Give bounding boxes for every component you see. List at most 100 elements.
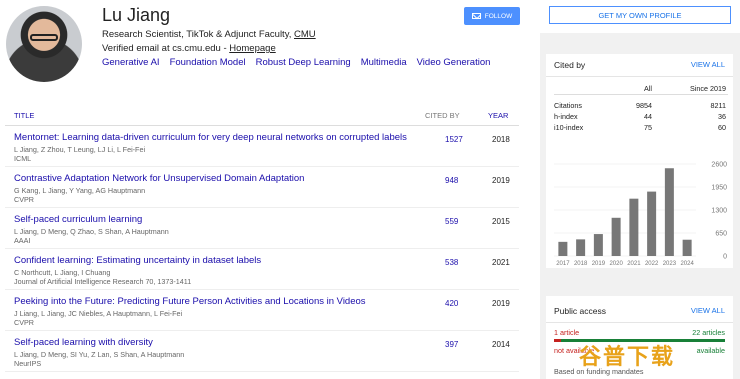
paper-title-link[interactable]: Confident learning: Estimating uncertain… (14, 255, 261, 266)
citation-count-link[interactable]: 559 (445, 217, 458, 226)
verified-text: Verified email at cs.cmu.edu - (102, 43, 230, 54)
paper-year: 2019 (492, 299, 510, 308)
paper-title-link[interactable]: Self-paced curriculum learning (14, 214, 142, 225)
stats-since-value: 60 (718, 123, 726, 132)
stats-header-row: All Since 2019 (554, 83, 728, 95)
citations-bar-chart: 2600 1950 1300 650 0 2017 2018 2019 2020 2021 2022… (554, 162, 727, 267)
y-tick-label: 1950 (711, 185, 727, 192)
paper-title-link[interactable]: Contrastive Adaptation Network for Unsup… (14, 173, 304, 184)
cited-by-column-header[interactable]: CITED BY (425, 111, 460, 120)
interest-link[interactable]: Foundation Model (170, 57, 246, 68)
verified-email: Verified email at cs.cmu.edu - Homepage (102, 43, 276, 54)
cited-by-view-all-link[interactable]: VIEW ALL (691, 60, 725, 69)
paper-title-link[interactable]: Self-paced learning with diversity (14, 337, 153, 348)
paper-year: 2021 (492, 258, 510, 267)
citation-bar-2022[interactable] (647, 191, 657, 256)
stats-row: i10-index 75 60 (554, 122, 728, 133)
citation-bar-2023[interactable] (664, 168, 674, 256)
paper-authors: J Liang, L Jiang, JC Niebles, A Hauptman… (14, 309, 183, 318)
profile-affiliation: Research Scientist, TikTok & Adjunct Fac… (102, 29, 316, 40)
citation-count-link[interactable]: 420 (445, 299, 458, 308)
table-header: TITLE CITED BY YEAR (5, 103, 519, 126)
watermark-logo: 谷普下载 (562, 340, 692, 370)
follow-button[interactable]: FOLLOW (464, 7, 520, 25)
cited-by-card: Cited by VIEW ALL All Since 2019 Citatio… (546, 54, 733, 268)
title-column-header[interactable]: TITLE (14, 111, 34, 120)
citation-bar-2017[interactable] (558, 241, 568, 256)
table-row: Self-paced curriculum learning L Jiang, … (5, 208, 519, 249)
paper-authors: L Jiang, D Meng, Q Zhao, S Shan, A Haupt… (14, 227, 169, 236)
citation-count-link[interactable]: 538 (445, 258, 458, 267)
glasses-shape (30, 34, 58, 41)
stats-since-value: 36 (718, 112, 726, 121)
citation-bar-2018[interactable] (576, 239, 586, 256)
interest-link[interactable]: Generative AI (102, 57, 160, 68)
y-tick-label: 650 (715, 231, 727, 238)
available-count: 22 articles (692, 328, 725, 337)
watermark-text: 谷普下载 (578, 344, 675, 369)
affiliation-org-link[interactable]: CMU (294, 29, 316, 40)
citation-bar-2021[interactable] (629, 198, 639, 256)
stats-row: h-index 44 36 (554, 111, 728, 122)
interest-link[interactable]: Video Generation (417, 57, 491, 68)
y-tick-label: 2600 (711, 162, 727, 169)
follow-label: FOLLOW (484, 12, 513, 20)
paper-venue: ICML (14, 154, 32, 163)
table-row: Contrastive Adaptation Network for Unsup… (5, 167, 519, 208)
stats-label: Citations (554, 101, 582, 110)
x-tick-label: 2022 (645, 261, 659, 267)
profile-photo (6, 6, 82, 82)
paper-authors: C Northcutt, L Jiang, I Chuang (14, 268, 111, 277)
table-row: Peeking into the Future: Predicting Futu… (5, 290, 519, 331)
publications-table: TITLE CITED BY YEAR Mentornet: Learning … (5, 103, 519, 372)
citation-count-link[interactable]: 1527 (445, 135, 463, 144)
x-tick-label: 2019 (592, 261, 606, 267)
stats-all-value: 9854 (636, 101, 652, 110)
paper-venue: CVPR (14, 195, 34, 204)
cited-by-title: Cited by (554, 60, 586, 70)
profile-name: Lu Jiang (102, 5, 171, 25)
get-my-own-profile-button[interactable]: GET MY OWN PROFILE (549, 6, 731, 24)
not-available-bar-segment (554, 339, 561, 342)
citation-stats-table: All Since 2019 Citations 9854 8211 h-ind… (554, 83, 728, 133)
stats-row: Citations 9854 8211 (554, 100, 728, 111)
citation-count-link[interactable]: 948 (445, 176, 458, 185)
public-access-title: Public access (554, 306, 606, 316)
paper-title-link[interactable]: Mentornet: Learning data-driven curricul… (14, 132, 407, 143)
research-interests: Generative AI Foundation Model Robust De… (102, 57, 490, 68)
table-row: Mentornet: Learning data-driven curricul… (5, 126, 519, 167)
available-label: available (696, 346, 725, 355)
interest-link[interactable]: Robust Deep Learning (256, 57, 351, 68)
x-tick-label: 2023 (663, 261, 677, 267)
stats-all-value: 44 (644, 112, 652, 121)
paper-title-link[interactable]: Peeking into the Future: Predicting Futu… (14, 296, 366, 307)
x-tick-label: 2020 (609, 261, 623, 267)
x-tick-label: 2017 (556, 261, 570, 267)
citation-bar-2020[interactable] (611, 217, 621, 256)
public-access-view-all-link[interactable]: VIEW ALL (691, 306, 725, 315)
paper-authors: L Jiang, Z Zhou, T Leung, LJ Li, L Fei-F… (14, 145, 146, 154)
stats-label: h-index (554, 112, 578, 121)
y-tick-label: 0 (723, 254, 727, 261)
citation-bar-2024[interactable] (682, 239, 692, 256)
stats-col-all: All (644, 84, 652, 93)
x-tick-label: 2024 (680, 261, 694, 267)
paper-venue: CVPR (14, 318, 34, 327)
paper-authors: G Kang, L Jiang, Y Yang, AG Hauptmann (14, 186, 146, 195)
divider (546, 76, 733, 77)
mail-icon (471, 13, 481, 19)
paper-year: 2018 (492, 135, 510, 144)
homepage-link[interactable]: Homepage (229, 43, 275, 54)
interest-link[interactable]: Multimedia (361, 57, 407, 68)
citations-per-year-chart: 2600 1950 1300 650 0 2017 2018 2019 2020 2021 2022… (546, 160, 733, 270)
citation-count-link[interactable]: 397 (445, 340, 458, 349)
table-row: Confident learning: Estimating uncertain… (5, 249, 519, 290)
year-column-header[interactable]: YEAR (488, 111, 508, 120)
paper-venue: Journal of Artificial Intelligence Resea… (14, 277, 192, 286)
stats-col-since: Since 2019 (690, 84, 726, 93)
divider (546, 322, 733, 323)
paper-year: 2015 (492, 217, 510, 226)
paper-venue: NeurIPS (14, 359, 42, 368)
table-row: Self-paced learning with diversity L Jia… (5, 331, 519, 372)
citation-bar-2019[interactable] (593, 234, 603, 256)
